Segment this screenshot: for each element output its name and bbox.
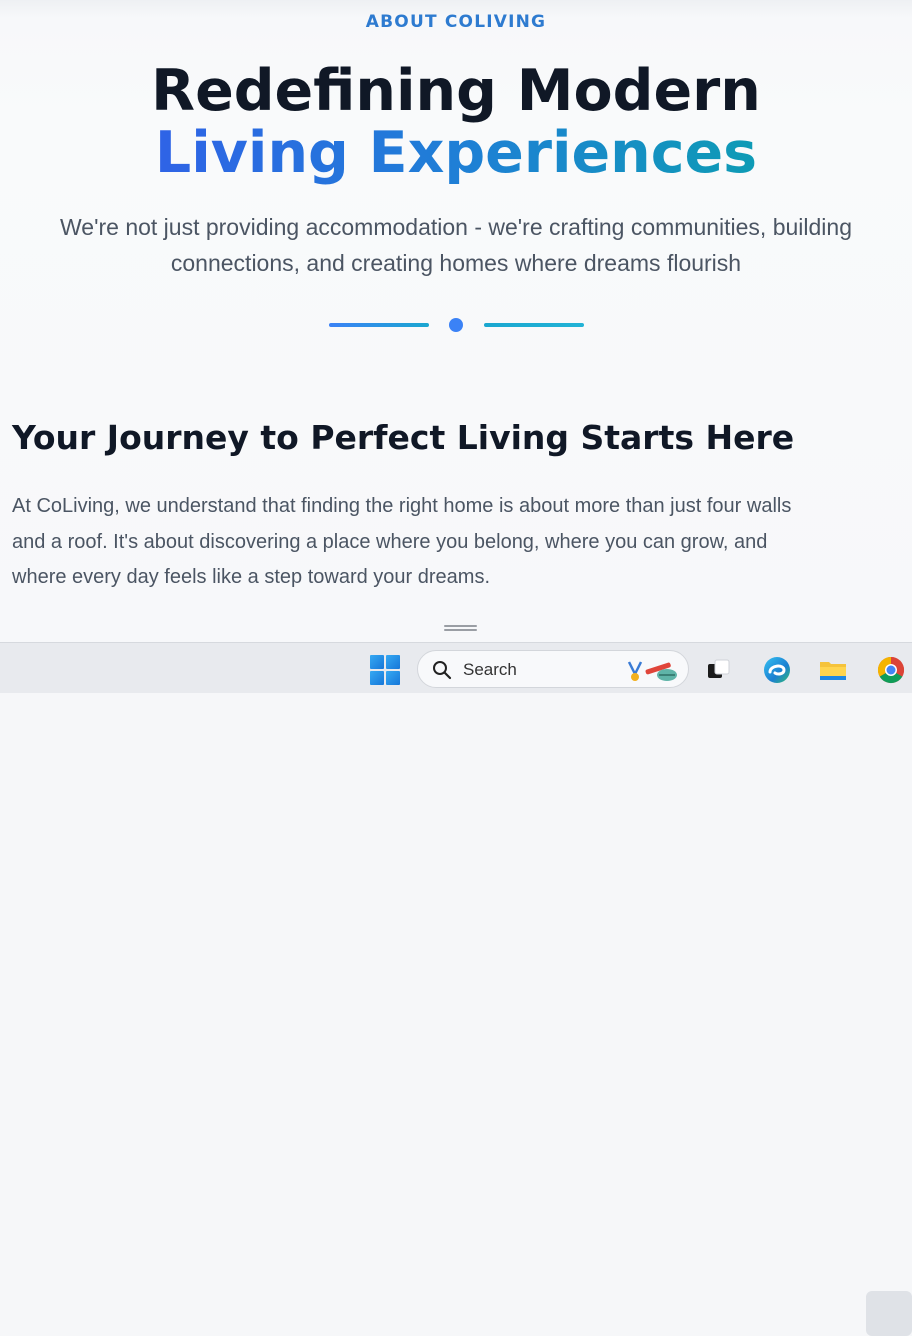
taskbar: Search [0, 642, 912, 1336]
decorative-divider [0, 318, 912, 332]
hero-title-gradient-text: Living Experiences [154, 120, 758, 186]
section-body-line1: At CoLiving, we understand that finding … [12, 495, 792, 517]
page-content: ABOUT COLIVING Redefining Modern Living … [0, 0, 912, 642]
section-body-line2: and a roof. It's about discovering a pla… [12, 530, 768, 553]
edge-icon[interactable] [762, 655, 792, 685]
chrome-icon[interactable] [876, 655, 906, 685]
divider-line-right [484, 323, 584, 327]
eyebrow-label: ABOUT COLIVING [365, 12, 547, 32]
hero-title-line2: Living Experiences [0, 120, 912, 186]
divider-line-left [329, 323, 429, 327]
task-view-icon[interactable] [704, 655, 734, 685]
section-body-line3: where every day feels like a step toward… [12, 566, 490, 588]
divider-dot [449, 318, 463, 332]
windows-start-icon[interactable] [370, 655, 400, 685]
hero-subtitle-line2: connections, and creating homes where dr… [170, 250, 742, 276]
taskbar-search-box[interactable]: Search [417, 650, 689, 688]
hero-subtitle: We're not just providing accommodation -… [0, 209, 912, 281]
file-explorer-icon[interactable] [818, 655, 848, 685]
hero-subtitle-line1: We're not just providing accommodation -… [60, 214, 852, 240]
drag-handle[interactable] [444, 625, 477, 633]
chrome-active-indicator [866, 1291, 912, 1336]
section-body: At CoLiving, we understand that finding … [12, 489, 907, 596]
search-highlight-icon [627, 661, 677, 681]
hero-title-line1: Redefining Modern [151, 58, 761, 124]
section-heading: Your Journey to Perfect Living Starts He… [12, 418, 795, 457]
search-icon [433, 661, 452, 680]
search-placeholder: Search [463, 660, 517, 679]
